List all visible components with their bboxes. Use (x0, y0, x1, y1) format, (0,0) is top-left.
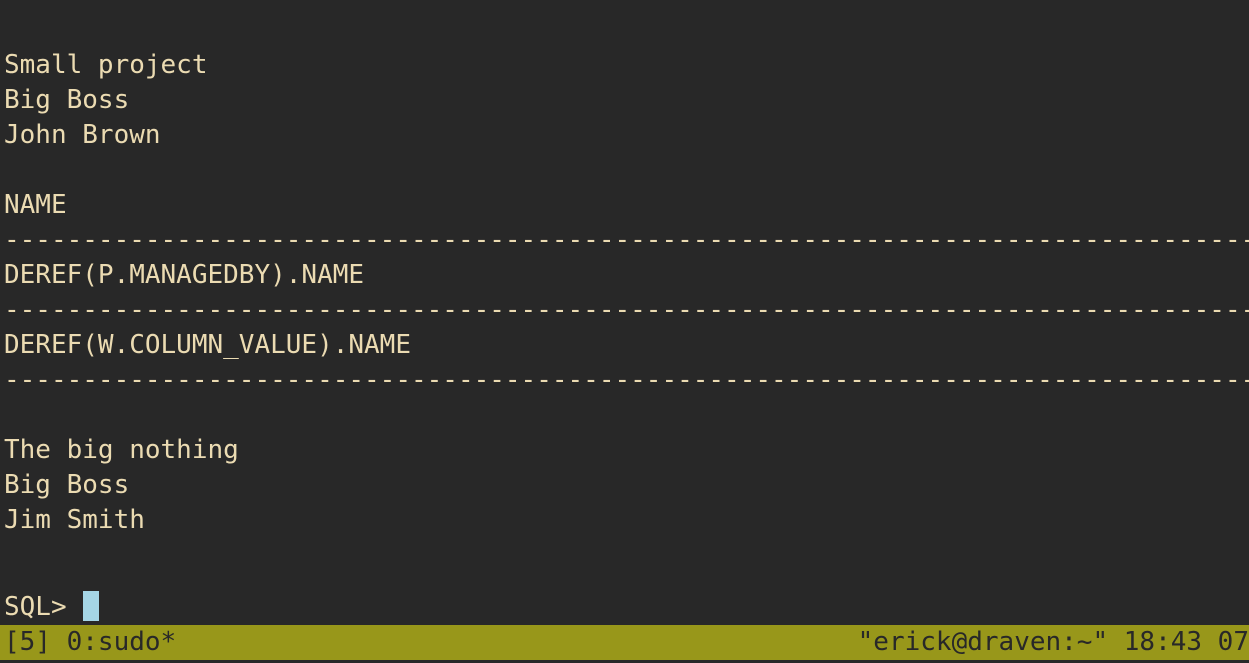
output-line: Big Boss (4, 470, 130, 500)
column-header-column-value: DEREF(W.COLUMN_VALUE).NAME (4, 330, 411, 360)
output-line: Big Boss (4, 85, 130, 115)
output-line: Small project (4, 50, 208, 80)
terminal-output: Small project Big Boss John Brown NAME -… (4, 13, 1249, 538)
column-header-name: NAME (4, 190, 67, 220)
column-separator: ----------------------------------------… (4, 225, 1249, 255)
sql-prompt: SQL> (4, 592, 67, 622)
column-separator: ----------------------------------------… (4, 295, 1249, 325)
text-cursor (82, 591, 99, 621)
sql-prompt-line[interactable]: SQL> (4, 590, 99, 625)
output-line: The big nothing (4, 435, 239, 465)
host-time-label: "erick@draven:~" 18:43 07 (857, 627, 1249, 657)
column-separator: ----------------------------------------… (4, 365, 1249, 395)
output-line: Jim Smith (4, 505, 145, 535)
terminal-window[interactable]: Small project Big Boss John Brown NAME -… (0, 0, 1249, 663)
session-window-label[interactable]: [5] 0:sudo* (4, 625, 176, 660)
tmux-status-bar: [5] 0:sudo* "erick@draven:~" 18:43 07 (0, 625, 1249, 660)
output-line: John Brown (4, 120, 161, 150)
column-header-managedby: DEREF(P.MANAGEDBY).NAME (4, 260, 365, 290)
